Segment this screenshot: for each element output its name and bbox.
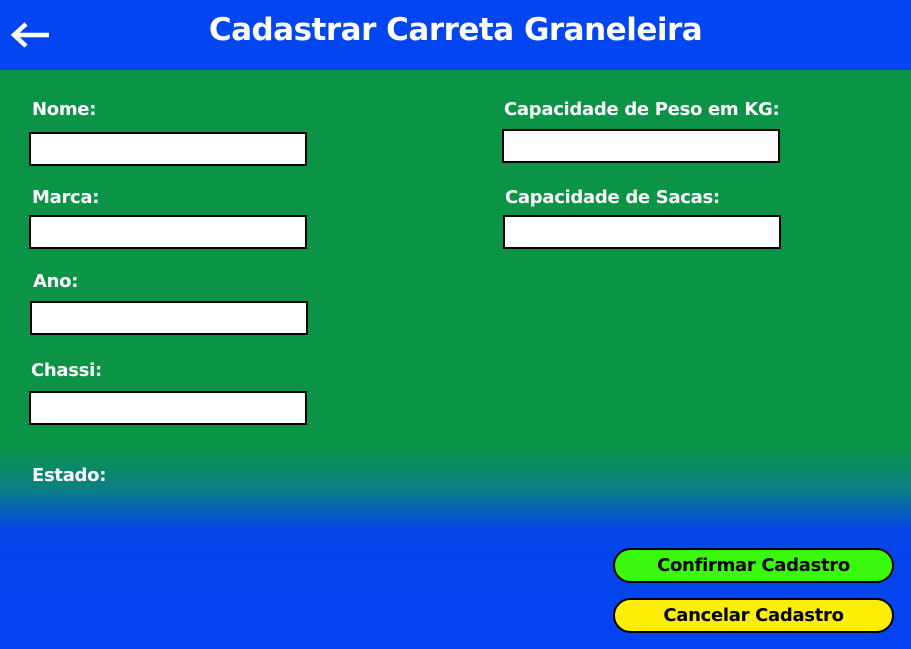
chassi-input[interactable] [29,391,307,425]
estado-label: Estado: [32,465,107,486]
marca-input[interactable] [29,215,307,249]
cancel-button[interactable]: Cancelar Cadastro [613,598,894,633]
page-title: Cadastrar Carreta Graneleira [208,12,703,48]
ano-label: Ano: [33,271,79,292]
chassi-label: Chassi: [31,360,102,381]
capacidade-sacas-label: Capacidade de Sacas: [505,187,720,208]
capacidade-sacas-input[interactable] [503,215,781,249]
ano-input[interactable] [30,301,308,335]
marca-label: Marca: [32,187,100,208]
capacidade-peso-label: Capacidade de Peso em KG: [504,99,780,120]
capacidade-peso-input[interactable] [502,129,780,163]
confirm-button[interactable]: Confirmar Cadastro [613,548,894,583]
nome-label: Nome: [32,99,97,120]
header-bar: Cadastrar Carreta Graneleira [0,0,911,70]
nome-input[interactable] [29,132,307,166]
